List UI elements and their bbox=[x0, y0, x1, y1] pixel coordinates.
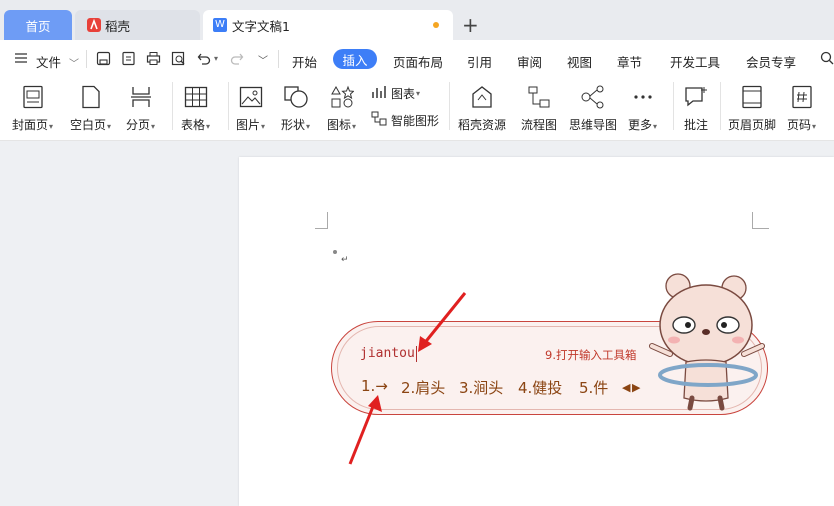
annotation-arrow-candidate bbox=[348, 403, 376, 465]
annotation-arrows bbox=[348, 292, 467, 465]
annotation-arrow-pinyin bbox=[421, 292, 467, 346]
annotation-arrowhead-candidate bbox=[368, 395, 382, 412]
